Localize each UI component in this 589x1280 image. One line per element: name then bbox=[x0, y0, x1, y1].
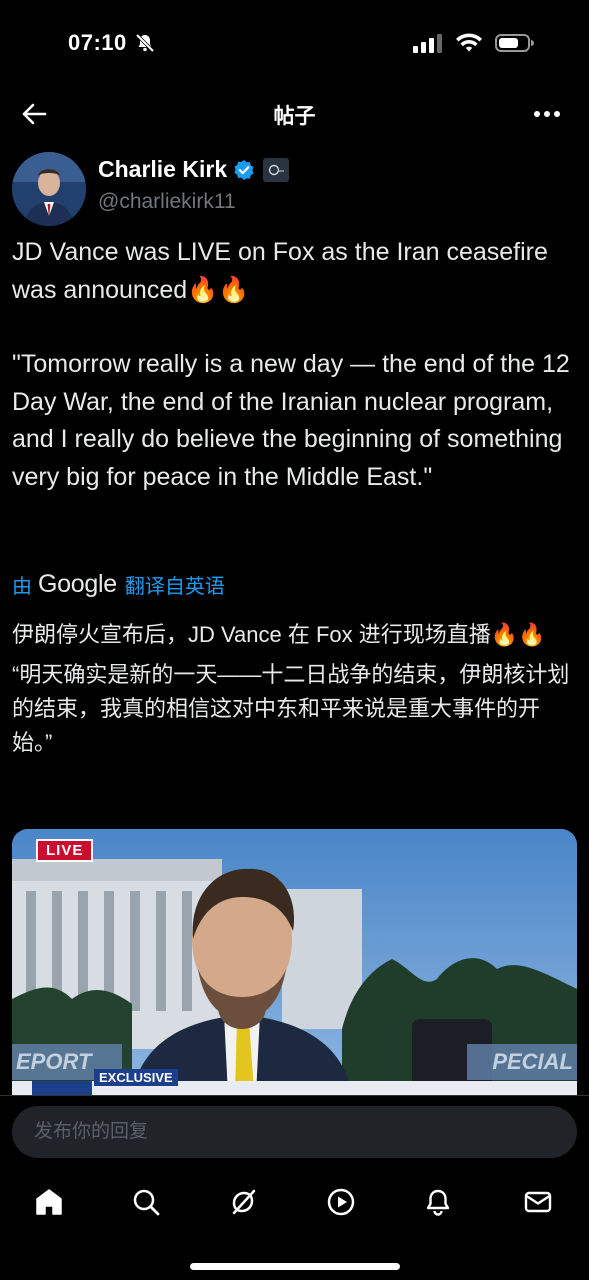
post-author: Charlie Kirk @charliekirk11 bbox=[12, 152, 577, 228]
post-text-quote: "Tomorrow really is a new day — the end … bbox=[12, 350, 570, 491]
bell-muted-icon bbox=[134, 32, 156, 54]
status-indicators bbox=[413, 33, 535, 58]
post-text-line: JD Vance was LIVE on Fox as the Iran cea… bbox=[12, 238, 548, 304]
left-ticker: EPORT bbox=[16, 1049, 92, 1074]
post-header: 帖子 bbox=[0, 88, 589, 144]
more-options-button[interactable] bbox=[529, 98, 565, 130]
messages-icon[interactable] bbox=[520, 1184, 556, 1220]
video-icon[interactable] bbox=[323, 1184, 359, 1220]
notifications-icon[interactable] bbox=[420, 1184, 456, 1220]
translation-prefix: 由 bbox=[12, 575, 32, 598]
battery-icon bbox=[495, 33, 535, 58]
translation-attribution[interactable]: 由 Google 翻译自英语 bbox=[12, 566, 225, 602]
translated-text: 伊朗停火宣布后，JD Vance 在 Fox 进行现场直播🔥🔥 “明天确实是新的… bbox=[12, 618, 577, 760]
author-name[interactable]: Charlie Kirk bbox=[98, 156, 227, 183]
search-icon[interactable] bbox=[128, 1184, 164, 1220]
status-bar: 07:10 bbox=[0, 0, 589, 88]
avatar[interactable] bbox=[12, 152, 86, 226]
author-handle[interactable]: @charliekirk11 bbox=[98, 190, 236, 214]
live-badge: LIVE bbox=[36, 839, 94, 862]
reply-input[interactable] bbox=[12, 1106, 577, 1158]
more-dots-icon bbox=[534, 111, 560, 117]
google-logo: Google bbox=[38, 569, 117, 598]
author-name-row: Charlie Kirk bbox=[98, 156, 290, 183]
translation-suffix: 翻译自英语 bbox=[124, 575, 225, 598]
cellular-signal-icon bbox=[413, 33, 443, 58]
page-title: 帖子 bbox=[273, 105, 316, 128]
translated-line: 伊朗停火宣布后，JD Vance 在 Fox 进行现场直播🔥🔥 bbox=[12, 622, 546, 647]
wifi-icon bbox=[455, 33, 483, 58]
right-ticker: PECIAL bbox=[492, 1049, 573, 1074]
post-body: JD Vance was LIVE on Fox as the Iran cea… bbox=[12, 234, 577, 496]
home-icon[interactable] bbox=[31, 1184, 67, 1220]
video-media[interactable]: LIVE EXCLUSIVE EPORT PECIAL bbox=[12, 829, 577, 1095]
exclusive-badge: EXCLUSIVE bbox=[94, 1069, 178, 1086]
affiliation-badge-icon[interactable] bbox=[263, 157, 290, 182]
reply-bar bbox=[0, 1095, 589, 1167]
status-time: 07:10 bbox=[68, 30, 127, 55]
verified-badge-icon bbox=[234, 159, 254, 180]
bottom-navigation bbox=[0, 1167, 589, 1280]
home-indicator bbox=[190, 1263, 400, 1270]
translated-quote: “明天确实是新的一天——十二日战争的结束，伊朗核计划的结束，我真的相信这对中东和… bbox=[12, 662, 570, 755]
grok-icon[interactable] bbox=[225, 1184, 261, 1220]
